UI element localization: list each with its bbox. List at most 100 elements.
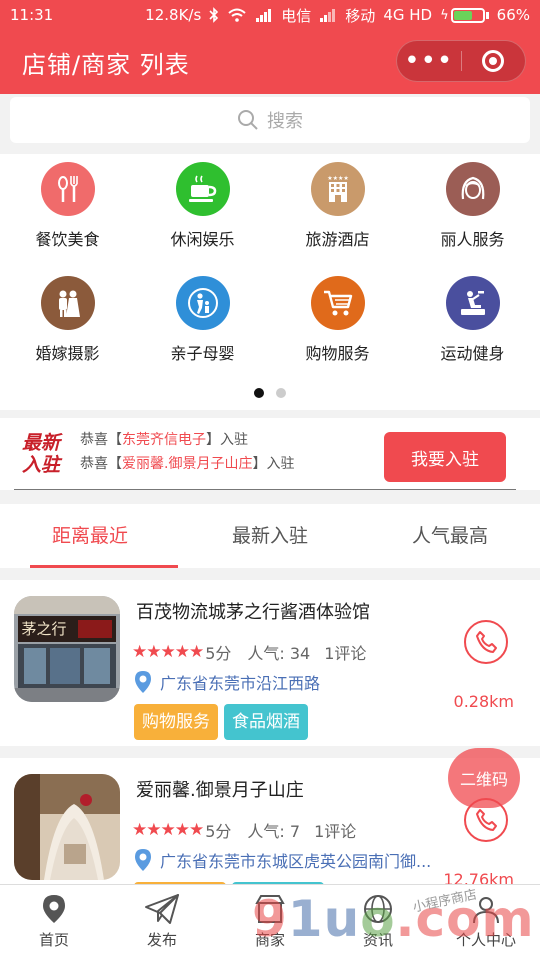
comment-count: 1评论	[324, 644, 367, 663]
svg-text:★★★★: ★★★★	[327, 175, 349, 182]
shop-tags: 购物服务 食品烟酒	[134, 704, 308, 740]
page-title: 店铺/商家 列表	[22, 50, 190, 79]
nav-label: 个人中心	[455, 931, 516, 949]
location-pin-icon	[43, 895, 65, 923]
announce-prefix: 恭喜【	[80, 456, 122, 472]
nav-home[interactable]: 首页	[0, 885, 108, 960]
signal-icon	[256, 9, 272, 22]
category-label: 休闲娱乐	[170, 230, 235, 249]
shop-address[interactable]: 广东省东莞市东城区虎英公园南门御...	[134, 848, 431, 872]
location-pin-icon	[135, 849, 151, 871]
nav-label: 资讯	[362, 931, 393, 949]
announcement-line[interactable]: 恭喜【爱丽馨.御景月子山庄】入驻	[80, 452, 294, 476]
status-time: 11:31	[10, 6, 54, 24]
search-icon	[238, 110, 258, 130]
address-text: 广东省东莞市东城区虎英公园南门御...	[160, 852, 432, 871]
tag: 食品烟酒	[224, 704, 308, 740]
charging-icon: ϟ	[440, 7, 449, 23]
shop-photo: 茅之行	[14, 596, 120, 702]
category-label: 丽人服务	[440, 230, 505, 249]
logo-line-1: 最新	[22, 432, 61, 454]
battery-icon: ϟ	[440, 7, 489, 23]
announce-suffix: 】入驻	[252, 456, 295, 472]
category-food[interactable]: 餐饮美食	[0, 162, 135, 250]
nav-label: 首页	[38, 931, 69, 949]
more-menu-button[interactable]: •••	[397, 41, 461, 81]
shop-name[interactable]: 百茂物流城茅之行酱酒体验馆	[136, 598, 370, 624]
battery-level	[453, 10, 472, 20]
join-button[interactable]: 我要入驻	[384, 432, 506, 482]
category-travel-hotel[interactable]: ★★★★ 旅游酒店	[270, 162, 405, 250]
category-leisure[interactable]: 休闲娱乐	[135, 162, 270, 250]
search-section: 搜索	[0, 94, 540, 154]
call-button[interactable]	[464, 620, 508, 664]
popularity: 人气: 7	[247, 822, 301, 841]
nav-publish[interactable]: 发布	[108, 885, 216, 960]
qr-code-button[interactable]: 二维码	[448, 748, 520, 808]
announce-shop-name: 东莞齐信电子	[122, 432, 206, 448]
distance: 0.28km	[453, 692, 514, 711]
nav-merchants[interactable]: 商家	[216, 885, 324, 960]
search-placeholder: 搜索	[267, 111, 303, 132]
bluetooth-icon	[209, 7, 219, 23]
close-miniprogram-button[interactable]	[462, 41, 526, 81]
shop-address[interactable]: 广东省东莞市沿江西路	[134, 670, 320, 694]
category-label: 婚嫁摄影	[35, 344, 100, 363]
new-join-banner: 最新 入驻 恭喜【东莞齐信电子】入驻 恭喜【爱丽馨.御景月子山庄】入驻 我要入驻	[0, 418, 540, 490]
shop-name[interactable]: 爱丽馨.御景月子山庄	[136, 776, 304, 802]
category-grid: 餐饮美食 休闲娱乐 ★★★★ 旅游酒店 丽人服务 婚嫁摄影 亲子母婴 购物服务	[0, 154, 540, 410]
announce-shop-name: 爱丽馨.御景月子山庄	[122, 456, 253, 472]
page-dot[interactable]	[276, 388, 286, 398]
nav-profile[interactable]: 个人中心	[432, 885, 540, 960]
tab-popular[interactable]: 人气最高	[360, 504, 540, 568]
category-wedding-photo[interactable]: 婚嫁摄影	[0, 276, 135, 364]
globe-icon	[364, 895, 392, 923]
page-dot-active[interactable]	[254, 388, 264, 398]
woman-face-icon	[445, 162, 500, 216]
tag: 购物服务	[134, 704, 218, 740]
shop-meta: ★★★★★ 5分 人气: 7 1评论	[132, 818, 356, 842]
shop-sign-text: 茅之行	[21, 620, 66, 638]
user-icon	[473, 897, 499, 924]
new-join-logo: 最新 入驻	[22, 432, 68, 476]
category-parent-baby[interactable]: 亲子母婴	[135, 276, 270, 364]
join-announcements: 恭喜【东莞齐信电子】入驻 恭喜【爱丽馨.御景月子山庄】入驻	[80, 428, 294, 476]
category-label: 餐饮美食	[35, 230, 100, 249]
shop-card[interactable]: 茅之行 百茂物流城茅之行酱酒体验馆 ★★★★★ 5分 人气: 34 1评论 广东…	[0, 580, 540, 746]
tab-nearest[interactable]: 距离最近	[0, 504, 180, 568]
category-shopping[interactable]: 购物服务	[270, 276, 405, 364]
shop-photo	[14, 774, 120, 880]
nav-news[interactable]: 资讯	[324, 885, 432, 960]
category-beauty[interactable]: 丽人服务	[405, 162, 540, 250]
rating-score: 5分	[205, 644, 232, 663]
comment-count: 1评论	[314, 822, 357, 841]
tab-newest[interactable]: 最新入驻	[180, 504, 360, 568]
wifi-icon	[228, 8, 246, 22]
logo-line-2: 入驻	[22, 454, 61, 476]
shop-meta: ★★★★★ 5分 人气: 34 1评论	[132, 640, 366, 664]
signal-icon-2	[320, 9, 336, 22]
search-input[interactable]: 搜索	[10, 97, 530, 143]
shopping-cart-icon	[310, 276, 365, 330]
network-type: 4G HD	[383, 6, 433, 24]
category-fitness[interactable]: 运动健身	[405, 276, 540, 364]
net-speed: 12.8K/s	[145, 6, 202, 24]
couple-icon	[40, 276, 95, 330]
fitness-icon	[445, 276, 500, 330]
popularity: 人气: 34	[247, 644, 311, 663]
parent-child-icon	[175, 276, 230, 330]
carrier-1: 电信	[281, 6, 312, 25]
announcement-line[interactable]: 恭喜【东莞齐信电子】入驻	[80, 428, 294, 452]
more-dots-icon: •••	[404, 46, 454, 76]
nav-label: 商家	[254, 931, 285, 949]
category-label: 旅游酒店	[305, 230, 370, 249]
category-label: 购物服务	[305, 344, 370, 363]
rating-score: 5分	[205, 822, 232, 841]
carrier-2: 移动	[345, 6, 376, 25]
location-pin-icon	[135, 671, 151, 693]
sort-tabs: 距离最近 最新入驻 人气最高	[0, 504, 540, 568]
category-label: 运动健身	[440, 344, 505, 363]
shop-icon	[255, 895, 285, 923]
paper-plane-icon	[145, 894, 179, 924]
status-indicators: 12.8K/s 电信 移动 4G HD ϟ 66%	[145, 5, 530, 26]
